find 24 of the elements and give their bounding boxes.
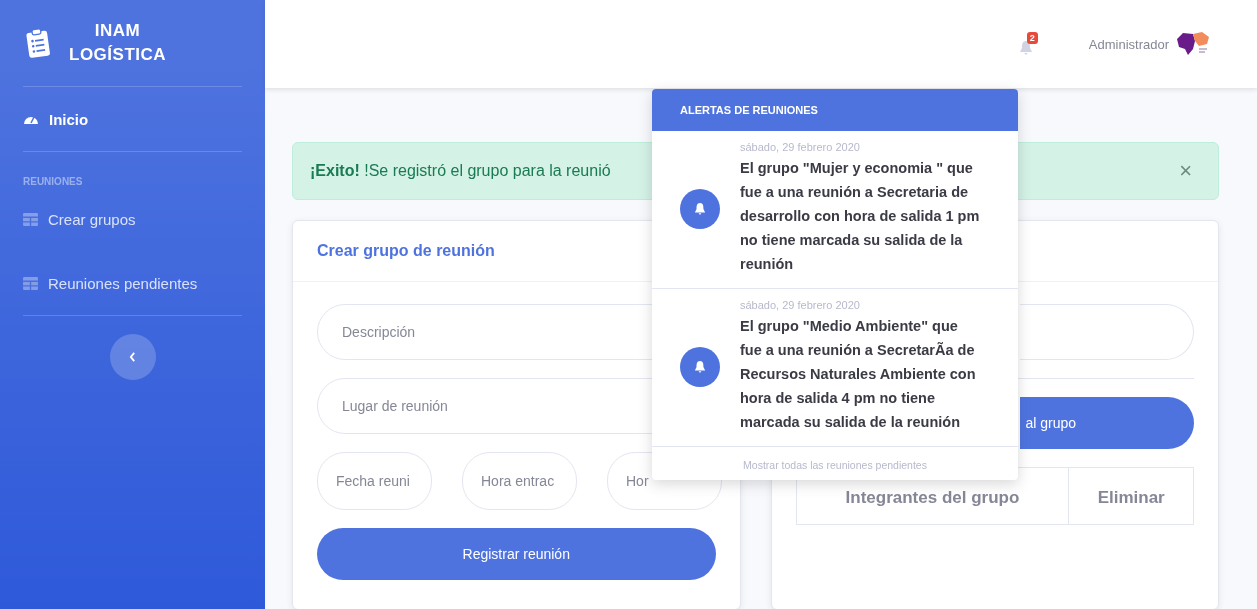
notification-count: 2 [1026, 32, 1038, 44]
alert-item[interactable]: sábado, 29 febrero 2020 El grupo "Mujer y economia " que fue a una reunión a Secretaria de desarrollo con hora de salida 1 pm no tiene marcada su salida de la reunión [652, 131, 1018, 289]
register-button[interactable]: Registrar reunión [317, 528, 716, 580]
user-name[interactable]: Administrador [1088, 36, 1169, 52]
notifications-button[interactable]: 2 [1018, 32, 1045, 56]
nav-link[interactable]: Inicio [23, 87, 242, 151]
close-button[interactable]: × [1173, 157, 1198, 185]
table-header-cell-text: Eliminar [1096, 487, 1166, 509]
alert-item[interactable]: sábado, 29 febrero 2020 El grupo "Medio Ambiente" que fue a una reunión a SecretarÃa de Recursos Naturales Ambiente con hora de salida 4 pm no tiene marcada su salida de la reunión [652, 289, 1018, 447]
dropdown-header: ALERTAS DE REUNIONES [652, 89, 1018, 131]
alert-message: El grupo "Medio Ambiente" que fue a una reunión a SecretarÃa de Recursos Naturales Ambiente con hora de salida 4 pm no tiene marcada su salida de la reunión [740, 317, 977, 432]
nav-link[interactable]: Crear grupos [23, 187, 242, 251]
alert-message: El grupo "Mujer y economia " que fue a una reunión a Secretaria de desarrollo con hora de salida 1 pm no tiene marcada su salida de la reunión [740, 159, 980, 274]
card-title: Crear grupo de reunión [317, 242, 495, 260]
nav-link[interactable]: Reuniones pendientes [23, 251, 242, 315]
add-button[interactable]: al grupo [1019, 397, 1194, 449]
alert-message: ¡Exito! !Se registró el grupo para la reunió [310, 162, 611, 180]
brand-name: LOGÍSTICA [69, 44, 167, 66]
brand-name: INAM [94, 20, 141, 42]
section-heading: REUNIONES [23, 175, 84, 187]
alert-date: sábado, 29 febrero 2020 [740, 299, 861, 311]
input-field[interactable]: Fecha reuni [317, 452, 432, 510]
alert-date: sábado, 29 febrero 2020 [740, 141, 861, 153]
input-field[interactable]: Hora entrac [462, 452, 577, 510]
